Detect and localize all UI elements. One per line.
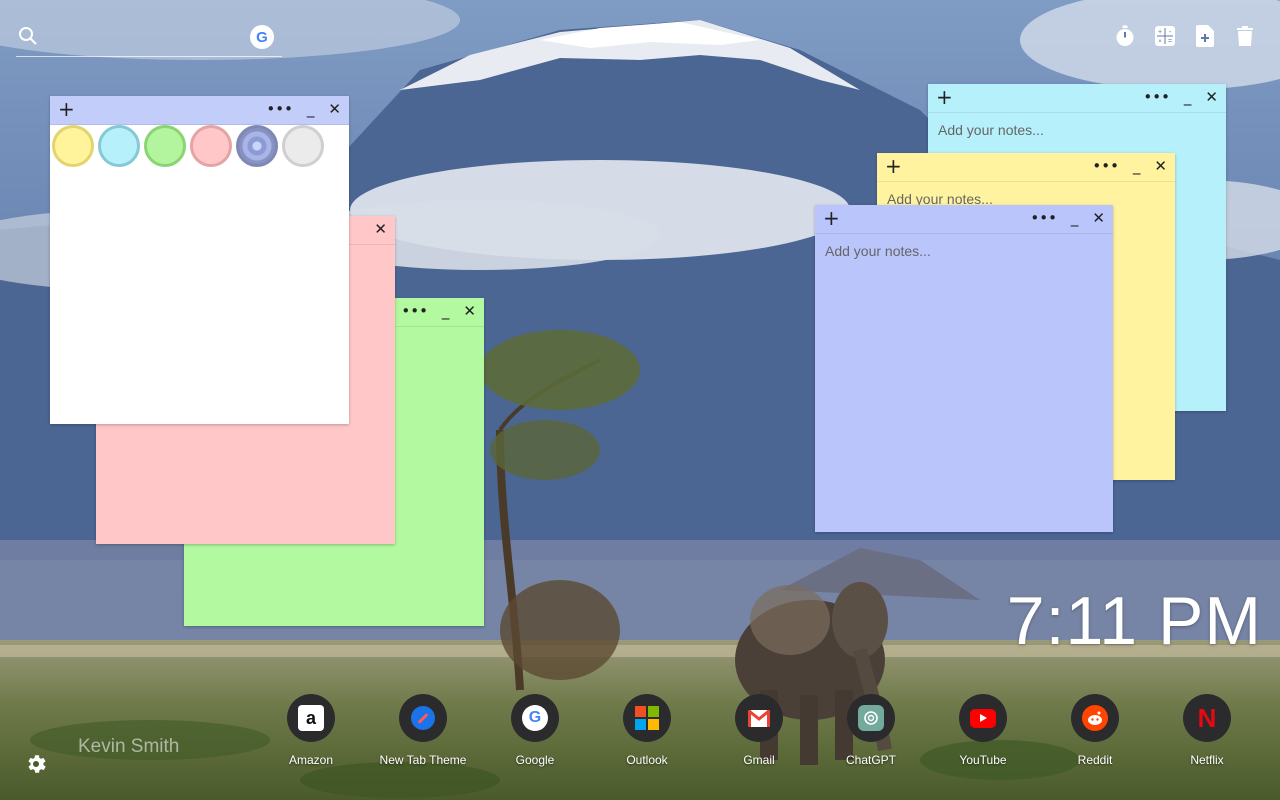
color-swatch-pink[interactable]	[190, 125, 232, 167]
shortcut-label: Gmail	[743, 753, 775, 767]
search-input[interactable]	[46, 24, 250, 52]
add-note-icon[interactable]: +	[885, 156, 902, 176]
more-options-icon[interactable]: •••	[401, 302, 428, 320]
chatgpt-icon	[858, 705, 884, 731]
timer-icon[interactable]	[1114, 24, 1136, 48]
shortcut-google[interactable]: G Google	[480, 694, 590, 767]
close-icon[interactable]: ✕	[374, 220, 387, 238]
close-icon[interactable]: ✕	[1205, 88, 1218, 106]
search-icon[interactable]	[18, 26, 38, 46]
color-swatch-gray[interactable]	[282, 125, 324, 167]
google-icon: G	[522, 705, 548, 731]
netflix-icon: N	[1197, 702, 1217, 733]
shortcut-label: ChatGPT	[845, 753, 896, 767]
shortcut-label: Reddit	[1077, 753, 1113, 767]
add-note-icon[interactable]: +	[823, 208, 840, 228]
youtube-icon	[970, 708, 996, 728]
svg-text:=: =	[1168, 38, 1172, 45]
close-icon[interactable]: ✕	[463, 302, 476, 320]
shortcut-netflix[interactable]: N Netflix	[1152, 694, 1262, 767]
gear-icon[interactable]	[24, 752, 48, 776]
color-swatch-green[interactable]	[144, 125, 186, 167]
shortcut-gmail[interactable]: Gmail	[704, 694, 814, 767]
shortcut-label: New Tab Theme	[379, 753, 467, 767]
minimize-icon[interactable]: _	[1184, 88, 1192, 106]
toolbar: + - × =	[1114, 24, 1256, 48]
minimize-icon[interactable]: _	[307, 100, 315, 118]
color-swatch-cyan[interactable]	[98, 125, 140, 167]
shortcut-label: Netflix	[1190, 753, 1224, 767]
minimize-icon[interactable]: _	[442, 302, 450, 320]
sticky-note-blue: + ••• _ ✕	[815, 205, 1113, 532]
shortcut-youtube[interactable]: YouTube	[928, 694, 1038, 767]
shortcut-label: Outlook	[626, 753, 668, 767]
close-icon[interactable]: ✕	[1092, 209, 1105, 227]
shortcut-label: Amazon	[288, 753, 334, 767]
note-header: + ••• _ ✕	[877, 153, 1175, 182]
minimize-icon[interactable]: _	[1071, 209, 1079, 227]
add-note-icon[interactable]: +	[58, 99, 75, 119]
outlook-icon	[635, 706, 659, 730]
gmail-icon	[748, 709, 770, 727]
note-textarea[interactable]	[825, 243, 1103, 513]
shortcut-label: Google	[515, 753, 555, 767]
new-tab-theme-icon	[411, 706, 435, 730]
add-note-file-icon[interactable]	[1194, 24, 1216, 48]
shortcut-reddit[interactable]: Reddit	[1040, 694, 1150, 767]
shortcut-new-tab-theme[interactable]: New Tab Theme	[368, 694, 478, 767]
shortcut-label: YouTube	[959, 753, 1007, 767]
minimize-icon[interactable]: _	[1133, 157, 1141, 175]
color-swatch-blue-selected[interactable]	[236, 125, 278, 167]
svg-text:×: ×	[1158, 39, 1162, 45]
note-header: + ••• _ ✕	[928, 84, 1226, 113]
amazon-icon: a	[298, 705, 324, 731]
svg-text:+: +	[1158, 29, 1162, 36]
more-options-icon[interactable]: •••	[1092, 157, 1119, 175]
note-header: + ••• _ ✕	[815, 205, 1113, 234]
color-swatch-yellow[interactable]	[52, 125, 94, 167]
note-header: + ••• _ ✕	[50, 96, 349, 125]
sticky-note-white: + ••• _ ✕	[50, 96, 349, 424]
close-icon[interactable]: ✕	[328, 100, 341, 118]
google-g-icon[interactable]: G	[250, 25, 274, 49]
search-bar: G	[16, 22, 282, 57]
clock: 7:11 PM	[1006, 583, 1262, 659]
shortcut-chatgpt[interactable]: ChatGPT	[816, 694, 926, 767]
more-options-icon[interactable]: •••	[1030, 209, 1057, 227]
calculator-icon[interactable]: + - × =	[1154, 24, 1176, 48]
shortcut-amazon[interactable]: a Amazon	[256, 694, 366, 767]
add-note-icon[interactable]: +	[936, 87, 953, 107]
reddit-icon	[1082, 705, 1108, 731]
shortcuts-bar: a Amazon New Tab Theme G Google Outlook …	[256, 694, 1280, 774]
color-palette	[50, 125, 324, 167]
more-options-icon[interactable]: •••	[266, 100, 293, 118]
more-options-icon[interactable]: •••	[1143, 88, 1170, 106]
trash-icon[interactable]	[1234, 24, 1256, 48]
close-icon[interactable]: ✕	[1154, 157, 1167, 175]
shortcut-outlook[interactable]: Outlook	[592, 694, 702, 767]
user-name: Kevin Smith	[78, 736, 180, 757]
